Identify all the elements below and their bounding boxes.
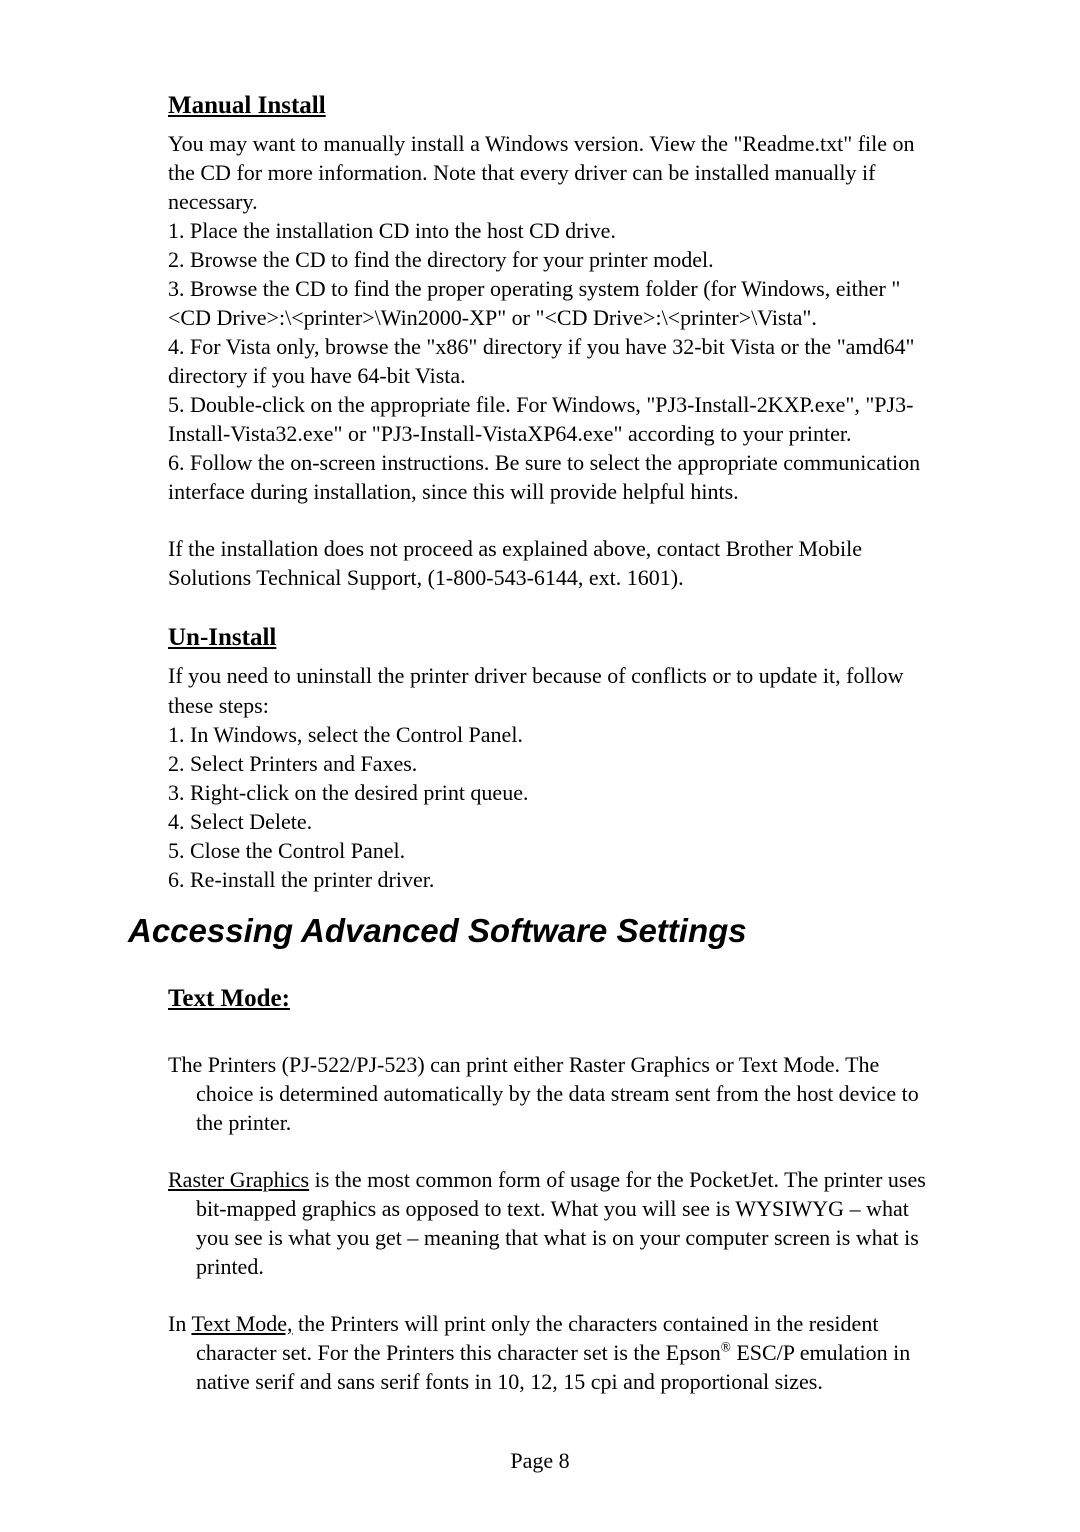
manual-install-heading: Manual Install (168, 88, 928, 123)
uninstall-intro: If you need to uninstall the printer dri… (168, 661, 928, 719)
text-mode-intro: The Printers (PJ-522/PJ-523) can print e… (168, 1050, 928, 1137)
manual-install-step-4: 4. For Vista only, browse the "x86" dire… (168, 332, 928, 390)
uninstall-step-2: 2. Select Printers and Faxes. (168, 749, 928, 778)
page-number: Page 8 (510, 1448, 569, 1473)
page-footer: Page 8 (0, 1448, 1080, 1474)
manual-install-note: If the installation does not proceed as … (168, 534, 928, 592)
uninstall-step-4: 4. Select Delete. (168, 807, 928, 836)
document-content: Manual Install You may want to manually … (168, 88, 928, 1396)
raster-graphics-label: Raster Graphics (168, 1167, 309, 1192)
raster-graphics-paragraph: Raster Graphics is the most common form … (168, 1165, 928, 1281)
manual-install-step-3: 3. Browse the CD to find the proper oper… (168, 274, 928, 332)
uninstall-step-1: 1. In Windows, select the Control Panel. (168, 720, 928, 749)
uninstall-heading: Un-Install (168, 620, 928, 655)
uninstall-step-6: 6. Re-install the printer driver. (168, 865, 928, 894)
text-mode-paragraph: In Text Mode, the Printers will print on… (168, 1309, 928, 1396)
uninstall-step-3: 3. Right-click on the desired print queu… (168, 778, 928, 807)
text-mode-label: Text Mode, (191, 1311, 292, 1336)
manual-install-step-1: 1. Place the installation CD into the ho… (168, 216, 928, 245)
manual-install-step-2: 2. Browse the CD to find the directory f… (168, 245, 928, 274)
uninstall-step-5: 5. Close the Control Panel. (168, 836, 928, 865)
text-mode-heading: Text Mode: (168, 981, 928, 1016)
manual-install-step-5: 5. Double-click on the appropriate file.… (168, 390, 928, 448)
text-mode-prefix: In (168, 1311, 191, 1336)
manual-install-step-6: 6. Follow the on-screen instructions. Be… (168, 448, 928, 506)
registered-mark: ® (721, 1340, 731, 1355)
manual-install-intro: You may want to manually install a Windo… (168, 129, 928, 216)
advanced-settings-title: Accessing Advanced Software Settings (128, 910, 928, 953)
